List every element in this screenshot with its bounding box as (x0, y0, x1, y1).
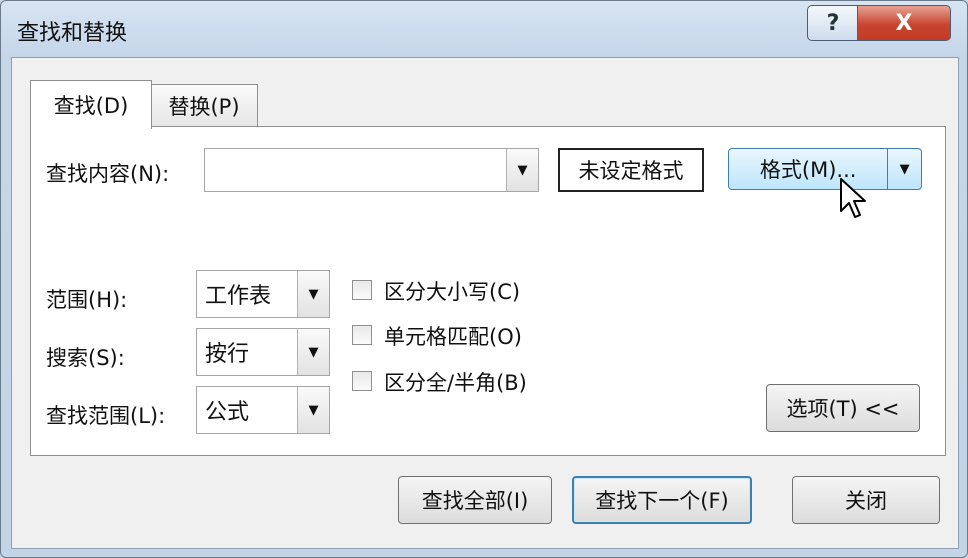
mouse-pointer-icon (840, 178, 866, 218)
search-order-label: 搜索(S): (46, 346, 125, 370)
find-replace-dialog: 查找和替换 ? X 查找(D) 替换(P) 查找内容(N): ▼ 未设定格式 格… (0, 0, 968, 558)
search-order-value: 按行 (205, 342, 250, 367)
tab-find-label: 查找(D) (53, 94, 129, 118)
dialog-body: 查找(D) 替换(P) 查找内容(N): ▼ 未设定格式 格式(M)... ▼ … (11, 57, 959, 549)
chevron-down-icon: ▼ (308, 286, 319, 302)
chevron-down-icon: ▼ (517, 162, 528, 178)
tab-find[interactable]: 查找(D) (30, 80, 152, 129)
find-all-button[interactable]: 查找全部(I) (398, 476, 552, 524)
find-next-button[interactable]: 查找下一个(F) (572, 476, 752, 524)
look-in-label: 查找范围(L): (46, 404, 166, 428)
close-window-button[interactable]: X (857, 5, 951, 41)
help-button[interactable]: ? (807, 5, 859, 41)
search-order-dropdown-button[interactable]: ▼ (297, 329, 329, 375)
search-order-select[interactable]: 按行 ▼ (196, 328, 330, 376)
match-entire-cell-label: 单元格匹配(O) (384, 325, 522, 349)
chevron-down-icon: ▼ (308, 402, 319, 418)
find-what-dropdown-button[interactable]: ▼ (506, 149, 538, 191)
format-button[interactable]: 格式(M)... ▼ (728, 148, 922, 190)
help-icon: ? (826, 10, 840, 36)
look-in-value: 公式 (205, 400, 250, 425)
match-byte-width-checkbox[interactable] (352, 371, 372, 391)
match-case-label: 区分大小写(C) (384, 280, 521, 304)
match-case-checkbox[interactable] (352, 280, 372, 300)
match-entire-cell-checkbox[interactable] (352, 325, 372, 345)
close-button[interactable]: 关闭 (792, 476, 940, 524)
scope-label: 范围(H): (46, 288, 128, 312)
match-byte-width-label: 区分全/半角(B) (384, 371, 527, 395)
look-in-select[interactable]: 公式 ▼ (196, 386, 330, 434)
tab-replace[interactable]: 替换(P) (150, 84, 258, 127)
window-title: 查找和替换 (17, 21, 128, 46)
chevron-down-icon: ▼ (308, 344, 319, 360)
format-preview: 未设定格式 (558, 148, 704, 192)
format-dropdown-button[interactable]: ▼ (887, 149, 921, 189)
tab-replace-label: 替换(P) (168, 95, 240, 119)
look-in-dropdown-button[interactable]: ▼ (297, 387, 329, 433)
chevron-down-icon: ▼ (899, 161, 910, 177)
scope-dropdown-button[interactable]: ▼ (297, 271, 329, 317)
scope-select[interactable]: 工作表 ▼ (196, 270, 330, 318)
close-icon: X (895, 10, 913, 36)
scope-value: 工作表 (205, 284, 272, 309)
find-what-label: 查找内容(N): (46, 162, 170, 186)
find-what-combobox[interactable]: ▼ (204, 148, 539, 192)
options-button[interactable]: 选项(T) << (766, 384, 920, 432)
